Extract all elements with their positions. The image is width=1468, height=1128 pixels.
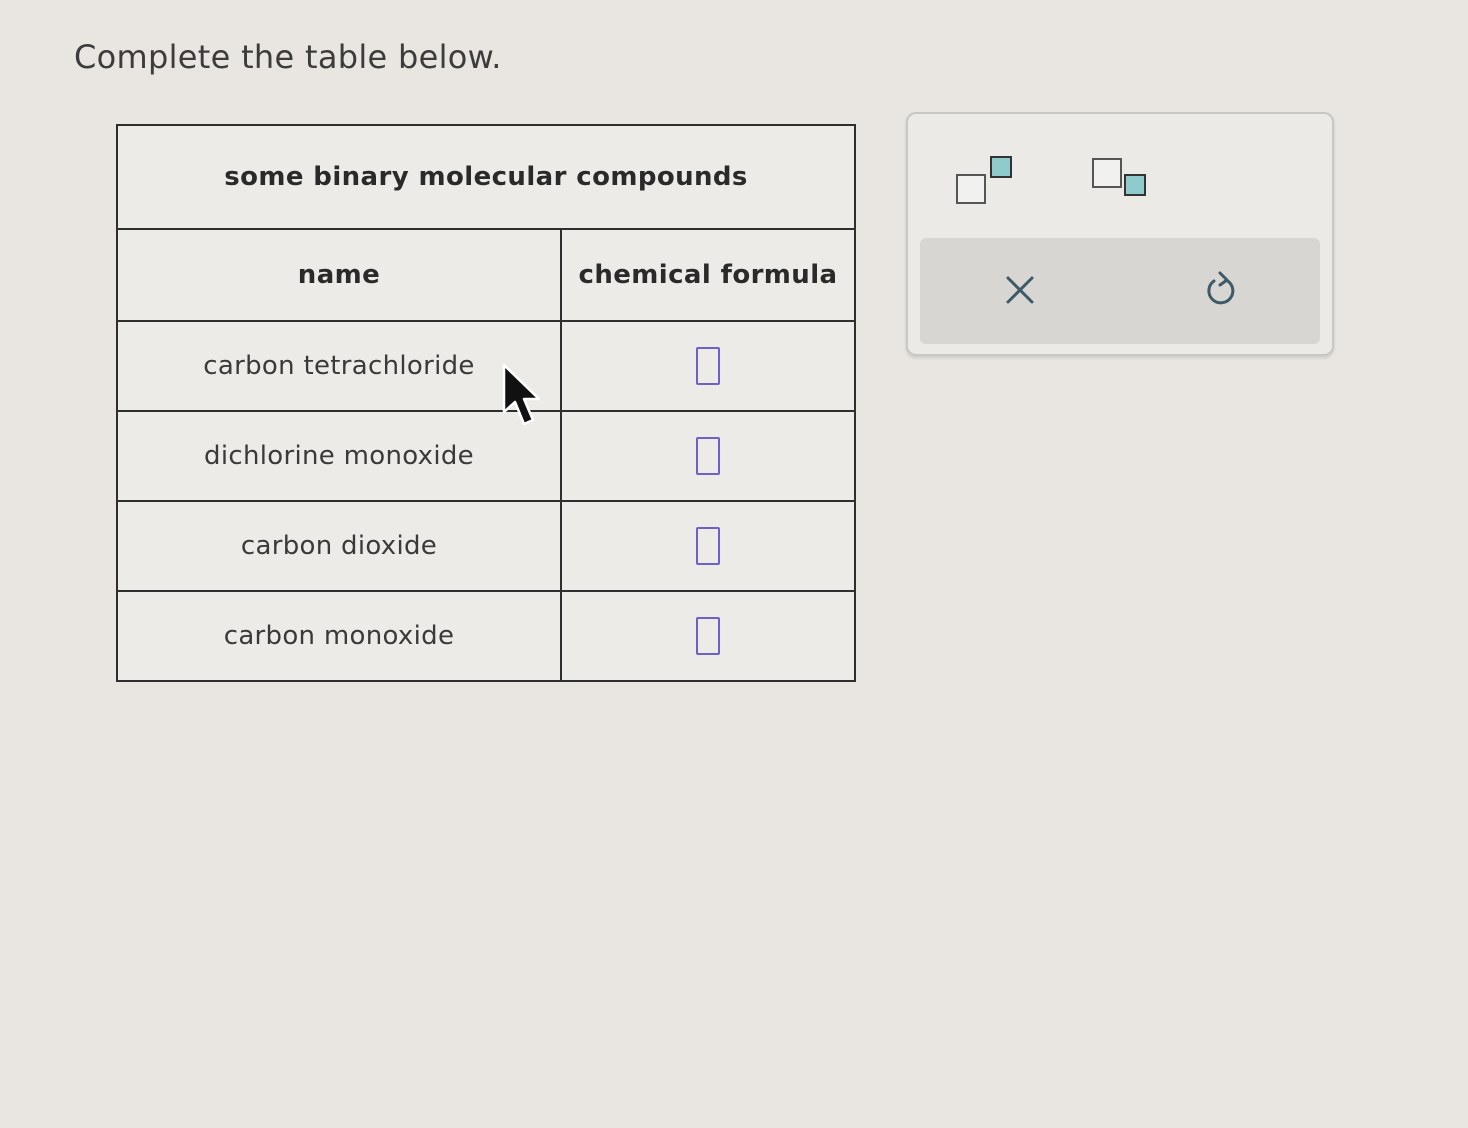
- compound-name: carbon dioxide: [116, 500, 562, 592]
- action-bar: [920, 238, 1320, 344]
- formula-cell: [560, 320, 856, 412]
- undo-button[interactable]: [1200, 268, 1242, 312]
- formula-input[interactable]: [696, 437, 720, 475]
- superscript-button[interactable]: [954, 154, 1016, 206]
- table-row: carbon tetrachloride: [116, 320, 856, 412]
- formula-cell: [560, 590, 856, 682]
- formula-input[interactable]: [696, 347, 720, 385]
- instruction-text: Complete the table below.: [74, 38, 502, 76]
- compound-name: carbon tetrachloride: [116, 320, 562, 412]
- compounds-table: some binary molecular compounds name che…: [116, 124, 856, 682]
- mouse-pointer-icon: [502, 363, 541, 426]
- column-header-formula: chemical formula: [560, 228, 856, 322]
- table-row: carbon dioxide: [116, 500, 856, 592]
- formula-input[interactable]: [696, 527, 720, 565]
- table-row: dichlorine monoxide: [116, 410, 856, 502]
- formula-cell: [560, 410, 856, 502]
- clear-button[interactable]: [1000, 270, 1040, 310]
- table-caption-row: some binary molecular compounds: [116, 124, 856, 230]
- table-header-row: name chemical formula: [116, 228, 856, 322]
- formula-input[interactable]: [696, 617, 720, 655]
- close-icon: [1006, 276, 1034, 304]
- column-header-name: name: [116, 228, 562, 322]
- formula-toolbar: [906, 112, 1334, 356]
- formula-cell: [560, 500, 856, 592]
- undo-icon: [1207, 271, 1235, 305]
- table-caption: some binary molecular compounds: [116, 124, 856, 230]
- compound-name: dichlorine monoxide: [116, 410, 562, 502]
- subscript-button[interactable]: [1090, 154, 1152, 206]
- table-row: carbon monoxide: [116, 590, 856, 682]
- compound-name: carbon monoxide: [116, 590, 562, 682]
